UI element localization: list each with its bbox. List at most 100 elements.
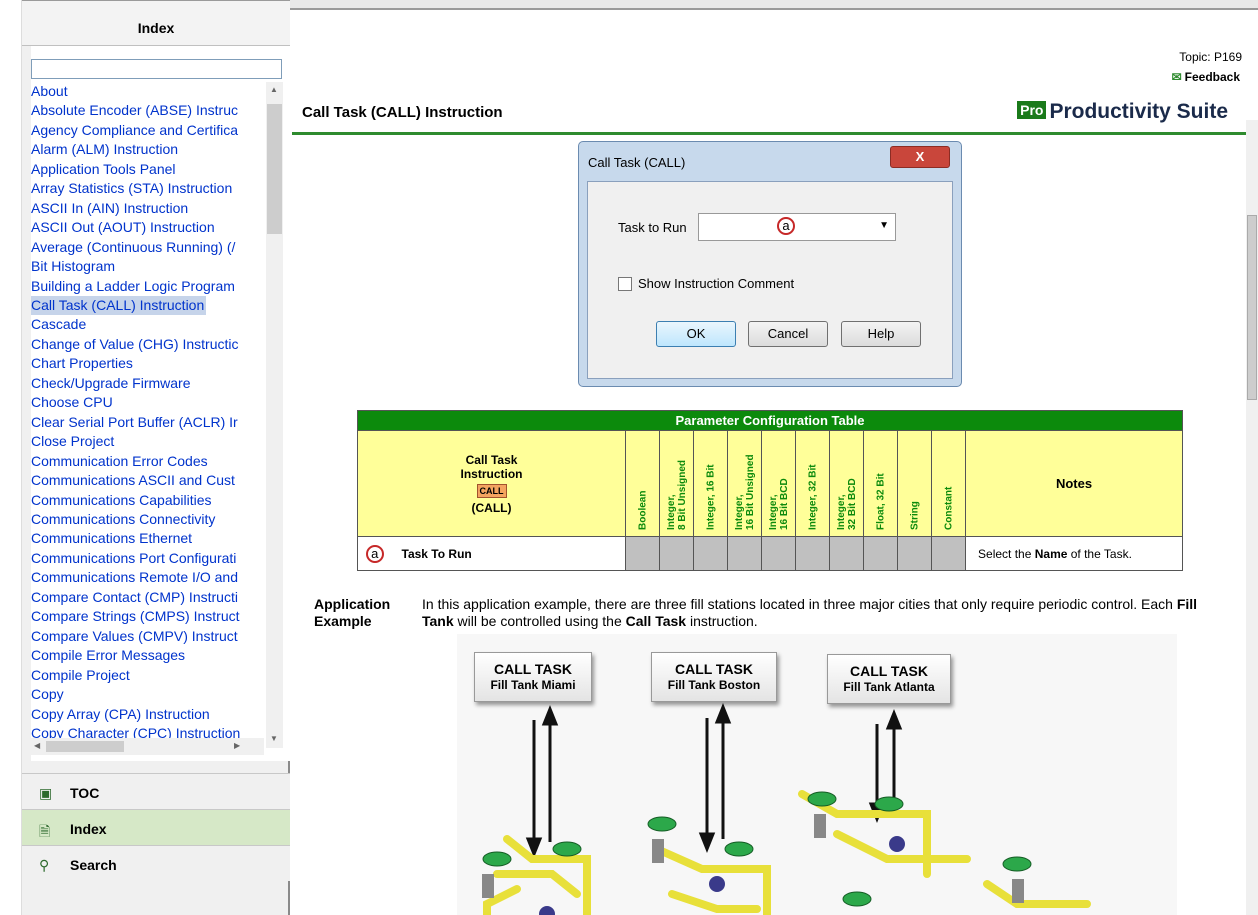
- scroll-right-arrow-icon[interactable]: ▶: [234, 741, 240, 750]
- type-column-header: Integer, 16 Bit BCD: [761, 430, 797, 537]
- index-item[interactable]: Chart Properties: [31, 354, 264, 373]
- index-item[interactable]: Copy Array (CPA) Instruction: [31, 705, 264, 724]
- index-item[interactable]: Cascade: [31, 315, 264, 334]
- index-scroll-thumb[interactable]: [267, 104, 282, 234]
- index-item[interactable]: Average (Continuous Running) (/: [31, 238, 264, 257]
- index-item[interactable]: Communications Connectivity: [31, 510, 264, 529]
- index-item[interactable]: Application Tools Panel: [31, 160, 264, 179]
- index-hscroll-thumb[interactable]: [46, 741, 124, 752]
- type-column-line: Boolean: [637, 490, 649, 530]
- note-text: Name: [1034, 546, 1068, 561]
- index-item[interactable]: Communications Port Configurati: [31, 549, 264, 568]
- index-item[interactable]: Close Project: [31, 432, 264, 451]
- tab-index[interactable]: 🗎 Index: [22, 809, 290, 845]
- dialog-close-button[interactable]: X: [890, 146, 950, 168]
- index-item[interactable]: Change of Value (CHG) Instructic: [31, 335, 264, 354]
- index-item[interactable]: Communication Error Codes: [31, 452, 264, 471]
- type-column-header: Integer, 16 Bit: [693, 430, 729, 537]
- index-item[interactable]: About: [31, 82, 264, 101]
- type-column-label: Boolean: [637, 491, 648, 530]
- index-item[interactable]: Clear Serial Port Buffer (ACLR) Ir: [31, 413, 264, 432]
- instruction-mnemonic: (CALL): [471, 500, 512, 515]
- type-column-label: Integer, 32 Bit BCD: [836, 478, 858, 530]
- index-horizontal-scrollbar[interactable]: ◀ ▶: [31, 738, 264, 755]
- index-vertical-scrollbar[interactable]: ▲ ▼: [266, 82, 283, 748]
- index-item[interactable]: Communications Ethernet: [31, 529, 264, 548]
- type-column-line: Constant: [943, 486, 955, 530]
- magnifier-icon: ⚲: [39, 857, 50, 873]
- call-task-box: CALL TASK Fill Tank Atlanta: [827, 654, 951, 704]
- application-text: In this application example, there are t…: [422, 596, 1202, 630]
- index-item[interactable]: Compile Project: [31, 666, 264, 685]
- note-text: Select the: [978, 546, 1035, 561]
- index-item[interactable]: Agency Compliance and Certifica: [31, 121, 264, 140]
- index-item[interactable]: Choose CPU: [31, 393, 264, 412]
- index-search-input[interactable]: [31, 59, 282, 79]
- type-column-line: 32 Bit BCD: [846, 478, 858, 530]
- index-item-selected[interactable]: Call Task (CALL) Instruction: [31, 295, 207, 316]
- book-icon: ▣: [39, 785, 53, 801]
- index-item[interactable]: Communications Remote I/O and: [31, 568, 264, 587]
- tab-label: Search: [70, 857, 117, 873]
- feedback-link[interactable]: ✉ Feedback: [1172, 70, 1240, 84]
- scroll-up-arrow-icon[interactable]: ▲: [270, 85, 278, 94]
- product-name: Productivity Suite: [1049, 100, 1228, 123]
- index-item[interactable]: Bit Histogram: [31, 257, 264, 276]
- index-item[interactable]: Communications Capabilities: [31, 491, 264, 510]
- index-item[interactable]: ASCII In (AIN) Instruction: [31, 199, 264, 218]
- dialog-body: Task to Run a ▼ Show Instruction Comment…: [587, 181, 953, 379]
- index-item[interactable]: Building a Ladder Logic Program: [31, 277, 264, 296]
- task-to-run-dropdown[interactable]: a ▼: [698, 213, 896, 241]
- title-underline: [292, 132, 1252, 135]
- scroll-down-arrow-icon[interactable]: ▼: [270, 734, 278, 743]
- index-item[interactable]: Copy: [31, 685, 264, 704]
- call-task-location: Fill Tank Miami: [490, 678, 576, 692]
- notes-header: Notes: [965, 430, 1183, 537]
- application-label-2: Example: [314, 613, 372, 629]
- note-text: of the Task.: [1067, 546, 1132, 561]
- row-marker-cell: a: [357, 536, 392, 571]
- tab-toc[interactable]: ▣ TOC: [22, 773, 290, 809]
- index-item[interactable]: Compare Strings (CMPS) Instruct: [31, 607, 264, 626]
- type-cell: [795, 536, 831, 571]
- index-item[interactable]: Communications ASCII and Cust: [31, 471, 264, 490]
- type-column-header: Integer, 8 Bit Unsigned: [659, 430, 695, 537]
- type-column-label: Integer, 16 Bit BCD: [768, 478, 790, 530]
- index-item[interactable]: Check/Upgrade Firmware: [31, 374, 264, 393]
- row-label: Task To Run: [391, 536, 627, 571]
- panel-header-title: Index: [137, 20, 175, 36]
- show-comment-checkbox[interactable]: [618, 277, 632, 291]
- dialog-title: Call Task (CALL): [588, 155, 686, 170]
- call-task-heading: CALL TASK: [849, 663, 929, 679]
- index-item[interactable]: Call Task (CALL) Instruction: [31, 295, 264, 316]
- index-item[interactable]: Compile Error Messages: [31, 646, 264, 665]
- type-cell: [659, 536, 695, 571]
- index-item[interactable]: Compare Values (CMPV) Instruct: [31, 627, 264, 646]
- type-column-line: Integer, 16 Bit: [705, 464, 717, 530]
- type-column-header: Integer, 32 Bit BCD: [829, 430, 865, 537]
- index-item[interactable]: ASCII Out (AOUT) Instruction: [31, 218, 264, 237]
- content-scroll-thumb[interactable]: [1247, 215, 1257, 400]
- help-button[interactable]: Help: [841, 321, 921, 347]
- app-text-5: instruction.: [686, 613, 758, 629]
- table-header: Parameter Configuration Table: [357, 410, 1183, 431]
- type-cell: [625, 536, 661, 571]
- tab-search[interactable]: ⚲ Search: [22, 845, 290, 881]
- instruction-cell: Call Task Instruction CALL (CALL): [356, 430, 627, 537]
- scroll-left-arrow-icon[interactable]: ◀: [34, 741, 40, 750]
- content-scrollbar[interactable]: [1246, 120, 1258, 915]
- ok-button[interactable]: OK: [656, 321, 736, 347]
- type-column-label: String: [909, 501, 920, 530]
- index-item[interactable]: Compare Contact (CMP) Instructi: [31, 588, 264, 607]
- type-column-line: Integer,: [733, 494, 745, 530]
- topic-number: Topic: P169: [1179, 50, 1242, 64]
- cancel-button[interactable]: Cancel: [748, 321, 828, 347]
- nav-tabs: ▣ TOC 🗎 Index ⚲ Search: [22, 773, 290, 881]
- call-task-heading: CALL TASK: [493, 661, 573, 677]
- index-item[interactable]: Array Statistics (STA) Instruction: [31, 179, 264, 198]
- page-icon: 🗎: [39, 823, 51, 839]
- index-item[interactable]: Absolute Encoder (ABSE) Instruc: [31, 101, 264, 120]
- fill-tank-illustration: CALL TASK Fill Tank Miami CALL TASK Fill T…: [457, 634, 1177, 915]
- index-item[interactable]: Alarm (ALM) Instruction: [31, 140, 264, 159]
- left-strip: [0, 0, 22, 915]
